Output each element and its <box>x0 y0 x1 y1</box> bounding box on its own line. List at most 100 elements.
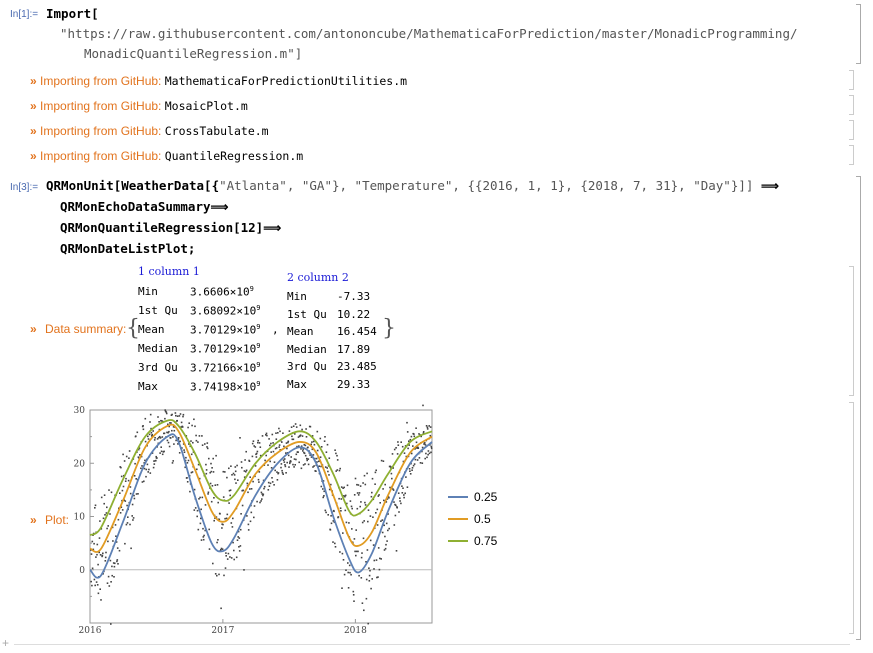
data-point <box>406 486 409 488</box>
data-point <box>399 500 401 502</box>
data-point <box>266 434 268 437</box>
data-point <box>430 447 433 450</box>
data-point <box>190 471 193 474</box>
data-point <box>219 550 222 552</box>
data-point <box>213 497 215 499</box>
data-point <box>264 451 267 454</box>
output-bracket[interactable] <box>849 266 854 396</box>
data-point <box>186 462 189 464</box>
data-point <box>189 490 191 493</box>
data-point <box>105 551 107 554</box>
message-bracket[interactable] <box>849 95 854 115</box>
data-point <box>209 482 212 485</box>
import-function[interactable]: Import[ <box>46 6 99 21</box>
data-point <box>96 543 99 546</box>
data-point <box>215 454 217 457</box>
data-point <box>278 427 280 430</box>
data-point <box>159 435 161 438</box>
data-point <box>191 424 193 427</box>
data-point <box>208 528 210 531</box>
data-point <box>400 477 403 480</box>
data-point <box>109 559 112 562</box>
data-point <box>266 450 269 452</box>
data-point <box>273 461 276 463</box>
data-point <box>359 505 361 508</box>
date-list-plot-line[interactable]: QRMonDateListPlot; <box>60 241 195 256</box>
data-point <box>244 514 247 516</box>
data-point <box>276 471 278 473</box>
data-point <box>136 478 139 481</box>
summary-key: Min <box>287 290 307 303</box>
cell-bracket[interactable] <box>856 4 861 64</box>
data-point <box>168 445 171 448</box>
output-bracket[interactable] <box>849 402 854 634</box>
data-point <box>257 478 260 481</box>
data-point <box>206 447 209 450</box>
data-point <box>173 426 176 428</box>
echo-summary-line[interactable]: QRMonEchoDataSummary⟹ <box>60 199 228 214</box>
message-bracket[interactable] <box>849 145 854 165</box>
data-point <box>190 440 192 442</box>
data-point <box>378 568 381 571</box>
data-point <box>283 458 286 460</box>
cell-insertion-line[interactable] <box>14 644 850 645</box>
data-point <box>347 571 349 574</box>
x-tick-label: 2016 <box>79 626 102 636</box>
data-point <box>356 483 358 486</box>
message-bracket[interactable] <box>849 120 854 140</box>
data-point <box>194 498 197 500</box>
qrmon-unit-line[interactable]: QRMonUnit[WeatherData[{"Atlanta", "GA"},… <box>46 178 779 193</box>
data-point <box>408 468 411 470</box>
data-point <box>389 486 391 489</box>
data-point <box>323 440 326 442</box>
data-point <box>94 584 96 587</box>
import-url-line1[interactable]: "https://raw.githubusercontent.com/anton… <box>60 26 798 41</box>
data-point <box>259 446 262 448</box>
data-point <box>406 431 409 433</box>
data-point <box>424 457 426 460</box>
data-point <box>148 433 151 436</box>
data-point <box>218 518 221 521</box>
data-point <box>358 492 361 494</box>
cell-bracket[interactable] <box>856 176 861 640</box>
data-point <box>315 464 318 466</box>
message-bracket[interactable] <box>849 70 854 90</box>
data-point <box>289 461 291 463</box>
data-point <box>103 494 106 496</box>
summary-key: 1st Qu <box>138 304 178 317</box>
data-point <box>398 511 400 513</box>
data-point <box>319 437 322 440</box>
data-point <box>228 467 230 470</box>
import-url-line2[interactable]: MonadicQuantileRegression.m"] <box>84 46 302 61</box>
data-point <box>91 584 93 587</box>
quantile-regression-line[interactable]: QRMonQuantileRegression[12]⟹ <box>60 220 281 235</box>
data-point <box>216 484 219 486</box>
data-point <box>272 442 274 444</box>
data-point <box>107 575 110 578</box>
data-point <box>156 457 158 459</box>
data-point <box>386 540 388 542</box>
data-point <box>191 471 194 473</box>
summary-value: 3.6606×109 <box>190 285 254 299</box>
data-point <box>110 623 112 625</box>
data-point <box>102 517 105 520</box>
data-point <box>353 600 355 602</box>
data-point <box>201 496 204 499</box>
cell-insertion-plus[interactable]: + <box>2 636 9 650</box>
data-point <box>119 492 121 494</box>
data-point <box>237 536 239 538</box>
message-file: QuantileRegression.m <box>164 149 304 163</box>
data-point <box>385 501 388 503</box>
data-point <box>172 426 175 428</box>
summary-label: Data summary: <box>45 322 127 336</box>
data-point <box>329 529 332 531</box>
data-point <box>417 452 420 455</box>
data-point <box>99 520 101 522</box>
data-point <box>124 542 126 545</box>
data-point <box>204 504 207 506</box>
data-point <box>301 435 304 437</box>
data-point <box>149 472 152 474</box>
data-point <box>425 439 428 442</box>
data-point <box>156 438 159 440</box>
data-point <box>184 459 186 462</box>
